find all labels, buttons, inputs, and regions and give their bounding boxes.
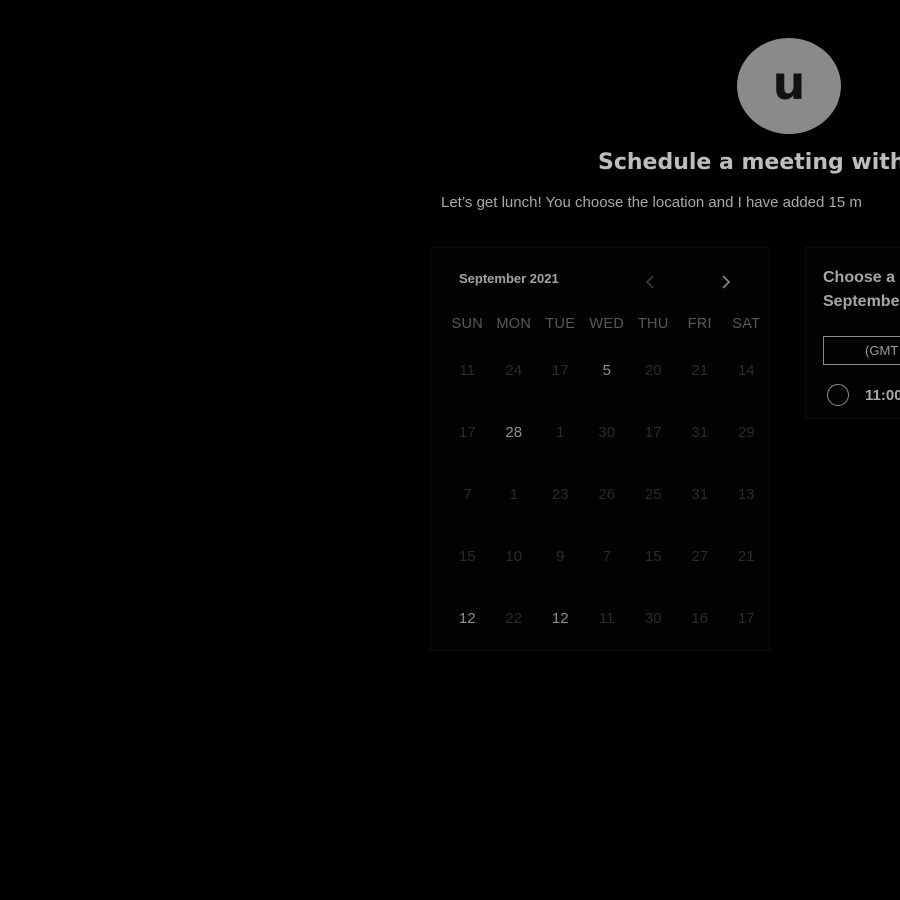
page-description: Let’s get lunch! You choose the location… [441, 194, 862, 211]
weekday-header-row: SUN MON TUE WED THU FRI SAT [444, 308, 770, 340]
calendar-day-available[interactable]: 12 [537, 588, 584, 650]
calendar-day-available[interactable]: 28 [491, 402, 538, 464]
calendar-day[interactable]: 9 [537, 526, 584, 588]
avatar-initial: u [772, 56, 806, 110]
previous-month-button[interactable] [642, 272, 658, 292]
calendar-week-row: 11 24 17 5 20 21 14 [444, 340, 770, 402]
calendar-day[interactable]: 13 [723, 464, 770, 526]
page-title: Schedule a meeting with [598, 150, 900, 175]
calendar-day[interactable]: 20 [630, 340, 677, 402]
calendar-day[interactable]: 11 [444, 340, 491, 402]
calendar-day[interactable]: 26 [584, 464, 631, 526]
calendar-day[interactable]: 31 [677, 464, 724, 526]
calendar-day[interactable]: 31 [677, 402, 724, 464]
calendar-grid: SUN MON TUE WED THU FRI SAT 11 24 17 5 2… [444, 308, 770, 650]
calendar-day[interactable]: 30 [584, 402, 631, 464]
calendar-day[interactable]: 1 [491, 464, 538, 526]
time-picker-panel: Choose a Septembe (GMT 11:00 [805, 247, 900, 419]
calendar-week-row: 12 22 12 11 30 16 17 [444, 588, 770, 650]
weekday-label-sun: SUN [451, 316, 483, 332]
calendar-day[interactable]: 17 [723, 588, 770, 650]
calendar-day-available[interactable]: 5 [584, 340, 631, 402]
time-picker-heading-line1: Choose a [823, 269, 896, 286]
calendar-day[interactable]: 30 [630, 588, 677, 650]
calendar-day[interactable]: 16 [677, 588, 724, 650]
calendar-day[interactable]: 10 [491, 526, 538, 588]
calendar-day[interactable]: 22 [491, 588, 538, 650]
calendar-weeks: 11 24 17 5 20 21 14 17 28 1 30 17 31 29 [444, 340, 770, 650]
calendar-day[interactable]: 29 [723, 402, 770, 464]
calendar-day[interactable]: 15 [630, 526, 677, 588]
calendar-day[interactable]: 27 [677, 526, 724, 588]
weekday-label-wed: WED [589, 316, 625, 332]
calendar-day-available[interactable]: 12 [444, 588, 491, 650]
calendar-week-row: 7 1 23 26 25 31 13 [444, 464, 770, 526]
weekday-label-thu: THU [637, 316, 669, 332]
weekday-label-sat: SAT [732, 316, 761, 332]
timezone-select[interactable]: (GMT [823, 336, 900, 365]
calendar-day[interactable]: 14 [723, 340, 770, 402]
time-slot-label: 11:00 [865, 386, 900, 404]
calendar-day[interactable]: 21 [677, 340, 724, 402]
calendar-day[interactable]: 21 [723, 526, 770, 588]
calendar-day[interactable]: 1 [537, 402, 584, 464]
calendar-panel: September 2021 SUN MON TUE WED THU FRI S… [430, 247, 770, 651]
next-month-button[interactable] [718, 272, 734, 292]
time-picker-heading-line2: Septembe [823, 293, 900, 310]
chevron-right-icon [722, 275, 731, 289]
calendar-day[interactable]: 23 [537, 464, 584, 526]
weekday-label-fri: FRI [687, 316, 712, 332]
calendar-day[interactable]: 17 [630, 402, 677, 464]
calendar-day[interactable]: 25 [630, 464, 677, 526]
calendar-day[interactable]: 17 [537, 340, 584, 402]
calendar-week-row: 15 10 9 7 15 27 21 [444, 526, 770, 588]
radio-icon[interactable] [827, 384, 849, 406]
calendar-month-label: September 2021 [459, 271, 559, 286]
chevron-left-icon [645, 275, 654, 289]
time-slot-option[interactable]: 11:00 [827, 384, 900, 406]
calendar-day[interactable]: 15 [444, 526, 491, 588]
weekday-label-mon: MON [496, 316, 532, 332]
calendar-day[interactable]: 7 [584, 526, 631, 588]
calendar-day[interactable]: 11 [584, 588, 631, 650]
calendar-day[interactable]: 24 [491, 340, 538, 402]
time-picker-heading: Choose a Septembe [823, 266, 899, 314]
calendar-day[interactable]: 17 [444, 402, 491, 464]
avatar: u [737, 38, 841, 134]
calendar-week-row: 17 28 1 30 17 31 29 [444, 402, 770, 464]
weekday-label-tue: TUE [545, 316, 576, 332]
calendar-day[interactable]: 7 [444, 464, 491, 526]
scheduling-page: u Schedule a meeting with Let’s get lunc… [0, 0, 900, 900]
